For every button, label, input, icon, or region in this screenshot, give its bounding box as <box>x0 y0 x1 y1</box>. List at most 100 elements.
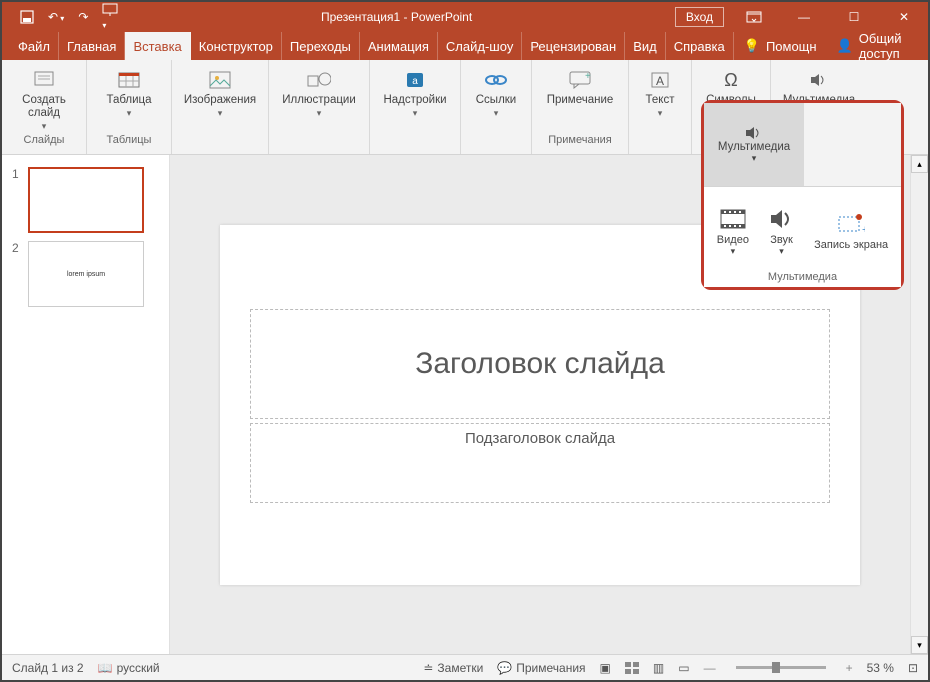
thumb-num: 2 <box>12 241 28 307</box>
thumbnail-1[interactable]: 1 <box>2 163 169 237</box>
tab-slideshow[interactable]: Слайд-шоу <box>438 32 522 60</box>
tab-review[interactable]: Рецензирован <box>522 32 625 60</box>
comment-button[interactable]: + Примечание <box>538 64 622 134</box>
video-button[interactable]: Видео▾ <box>717 206 749 257</box>
zoom-label: 53 % <box>867 661 894 675</box>
thumb-num: 1 <box>12 167 28 233</box>
illustrations-button[interactable]: Иллюстрации▾ <box>275 64 363 134</box>
slide-panel: 1 2 lorem ipsum <box>2 155 170 654</box>
tab-transitions[interactable]: Переходы <box>282 32 360 60</box>
comment-label: Примечание <box>547 94 614 107</box>
video-label: Видео <box>717 234 749 246</box>
screen-recording-button[interactable]: + Запись экрана <box>814 211 888 251</box>
multimedia-active-label: Мультимедиа <box>718 141 790 153</box>
multimedia-popup: Мультимедиа ▾ Видео▾ Звук▾ + Запись экра… <box>701 100 904 290</box>
redo-icon[interactable]: ↷ <box>78 10 88 24</box>
thumb2-text: lorem ipsum <box>67 271 105 278</box>
addins-button[interactable]: a Надстройки▾ <box>376 64 454 134</box>
person-icon: 👤 <box>837 38 853 54</box>
tab-view[interactable]: Вид <box>625 32 666 60</box>
notes-button[interactable]: ≐Заметки <box>423 661 483 675</box>
image-icon <box>208 68 232 92</box>
ribbon-options-icon[interactable] <box>734 2 774 32</box>
comment-icon: + <box>568 68 592 92</box>
addins-label: Надстройки <box>383 94 446 107</box>
login-button[interactable]: Вход <box>675 7 724 27</box>
multimedia-group-label: Мультимедиа <box>704 269 901 287</box>
multimedia-active-button[interactable]: Мультимедиа ▾ <box>704 103 804 186</box>
bulb-icon: 💡 <box>744 38 760 54</box>
save-icon[interactable] <box>20 10 34 24</box>
group-tables: Таблицы <box>107 134 152 148</box>
language-button[interactable]: 📖 русский <box>98 661 160 675</box>
fit-window-icon[interactable]: ⊡ <box>908 661 918 675</box>
zoom-slider[interactable] <box>736 666 826 669</box>
images-label: Изображения <box>184 94 256 107</box>
addin-icon: a <box>403 68 427 92</box>
maximize-icon[interactable]: ☐ <box>834 2 874 32</box>
tell-me[interactable]: Помощн <box>766 39 817 54</box>
scroll-up-icon[interactable]: ▴ <box>911 155 928 173</box>
table-label: Таблица <box>106 94 151 107</box>
proofing-icon: 📖 <box>98 661 113 675</box>
svg-text:+: + <box>862 224 865 235</box>
window-title: Презентация1 - PowerPoint <box>118 10 674 24</box>
new-slide-button[interactable]: Создать слайд▾ <box>8 64 80 134</box>
thumbnail-2[interactable]: 2 lorem ipsum <box>2 237 169 311</box>
text-label: Текст <box>646 94 675 107</box>
start-slideshow-icon[interactable]: ▾ <box>102 3 118 31</box>
links-button[interactable]: Ссылки▾ <box>467 64 525 134</box>
table-icon <box>117 68 141 92</box>
text-button[interactable]: A Текст▾ <box>635 64 685 134</box>
links-label: Ссылки <box>476 94 517 107</box>
reading-view-icon[interactable]: ▥ <box>653 661 664 675</box>
shapes-icon <box>307 68 331 92</box>
title-placeholder[interactable]: Заголовок слайда <box>250 309 830 419</box>
svg-text:A: A <box>656 74 664 88</box>
subtitle-text: Подзаголовок слайда <box>465 430 615 447</box>
table-button[interactable]: Таблица▾ <box>93 64 165 134</box>
speaker-large-icon <box>767 206 797 232</box>
film-icon <box>718 206 748 232</box>
title-bar: ↶ ▾ ↷ ▾ Презентация1 - PowerPoint Вход —… <box>2 2 928 32</box>
vertical-scrollbar[interactable]: ▴ ▾ <box>910 155 928 654</box>
tab-insert[interactable]: Вставка <box>125 32 190 60</box>
undo-icon[interactable]: ↶ ▾ <box>48 10 64 24</box>
group-slides: Слайды <box>24 134 65 148</box>
comments-label: Примечания <box>516 661 585 675</box>
new-slide-label: Создать слайд <box>8 94 80 120</box>
images-button[interactable]: Изображения▾ <box>178 64 262 134</box>
close-icon[interactable]: ✕ <box>884 2 924 32</box>
share-label[interactable]: Общий доступ <box>859 31 918 61</box>
tab-home[interactable]: Главная <box>59 32 125 60</box>
textbox-icon: A <box>648 68 672 92</box>
svg-text:+: + <box>585 71 591 82</box>
minimize-icon[interactable]: — <box>784 2 824 32</box>
comments-button[interactable]: 💬 Примечания <box>497 661 585 675</box>
language-label: русский <box>117 661 160 675</box>
speaker-icon <box>744 125 764 141</box>
notes-icon: ≐ <box>423 661 433 675</box>
group-comments: Примечания <box>548 134 612 148</box>
scroll-down-icon[interactable]: ▾ <box>911 636 928 654</box>
audio-label: Звук <box>770 234 793 246</box>
slideshow-view-icon[interactable]: ▭ <box>678 661 689 675</box>
new-slide-icon <box>32 68 56 92</box>
link-icon <box>484 68 508 92</box>
omega-icon: Ω <box>719 68 743 92</box>
ribbon-tabs: Файл Главная Вставка Конструктор Переход… <box>2 32 928 60</box>
illustrations-label: Иллюстрации <box>282 94 356 107</box>
svg-text:a: a <box>412 76 418 87</box>
comments-icon: 💬 <box>497 661 512 675</box>
screen-record-icon: + <box>836 211 866 237</box>
status-bar: Слайд 1 из 2 📖русский ≐Заметки 💬Примечан… <box>2 654 928 680</box>
sorter-view-icon[interactable] <box>625 662 639 674</box>
audio-button[interactable]: Звук▾ <box>767 206 797 257</box>
tab-help[interactable]: Справка <box>666 32 734 60</box>
tab-file[interactable]: Файл <box>10 32 59 60</box>
title-text: Заголовок слайда <box>415 347 665 381</box>
subtitle-placeholder[interactable]: Подзаголовок слайда <box>250 423 830 503</box>
normal-view-icon[interactable]: ▣ <box>600 661 611 675</box>
tab-animation[interactable]: Анимация <box>360 32 438 60</box>
tab-design[interactable]: Конструктор <box>191 32 282 60</box>
